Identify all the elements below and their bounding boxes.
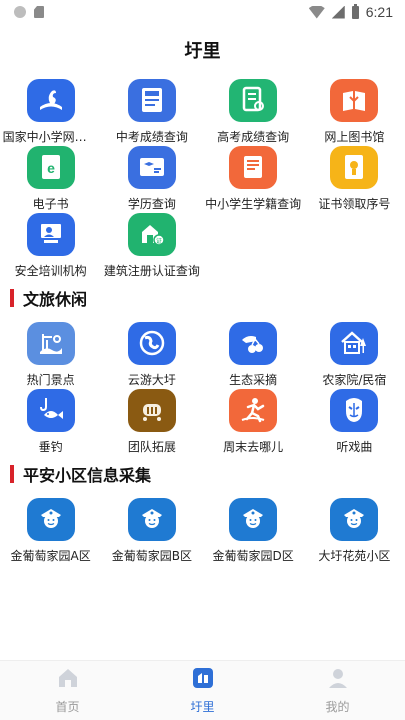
service-tile-label: 电子书 [32, 196, 69, 210]
service-tile-label: 学历查询 [127, 196, 176, 210]
status-time: 6:21 [365, 4, 393, 20]
swan-book-icon [26, 79, 75, 122]
document-search-icon [229, 79, 278, 122]
service-tile[interactable]: 大圩花苑小区 [304, 495, 405, 562]
village-icon [191, 666, 215, 694]
section-accent-bar [10, 289, 14, 307]
id-card-icon [127, 146, 176, 189]
wifi-icon [308, 5, 325, 19]
service-tile[interactable]: 证书领取序号 [304, 143, 405, 210]
bottom-navigation: 首页 圩里 我的 [0, 660, 405, 720]
notification-dot-icon [14, 6, 26, 18]
service-tile[interactable]: 安全培训机构 [0, 210, 101, 277]
section-title: 平安小区信息采集 [23, 466, 152, 485]
service-tile-label: 生态采摘 [229, 372, 278, 386]
service-tile[interactable]: 学历查询 [101, 143, 202, 210]
service-tile-label: 热门景点 [26, 372, 75, 386]
service-tile[interactable]: 农家院/民宿 [304, 319, 405, 386]
nav-label: 首页 [55, 700, 80, 714]
service-tile-label: 中小学生学籍查询 [205, 196, 302, 210]
service-tile-label: 金葡萄家园A区 [10, 548, 91, 562]
safe-community-grid: 金葡萄家园A区 金葡萄家园B区 金葡萄家园D区 大圩花苑小区 [0, 495, 405, 562]
profile-icon [326, 666, 350, 694]
police-officer-icon [330, 498, 379, 541]
service-tile-label: 网上图书馆 [324, 129, 385, 143]
service-tile-label: 金葡萄家园B区 [111, 548, 192, 562]
service-tile-label: 建筑注册认证查询 [103, 263, 200, 277]
building-cert-icon: 证 [127, 213, 176, 256]
service-tile[interactable]: 中考成绩查询 [101, 76, 202, 143]
service-tile-label: 安全培训机构 [14, 263, 87, 277]
service-tile[interactable]: 高考成绩查询 [203, 76, 304, 143]
ebook-icon: e [26, 146, 75, 189]
service-tile-label: 农家院/民宿 [322, 372, 387, 386]
farmhouse-icon [330, 322, 379, 365]
home-icon [56, 666, 80, 694]
main-content[interactable]: 国家中小学网络云平台 中考成绩查询 高考成绩查询 网上图书馆 e 电子书 学历查询 中小学生学… [0, 76, 405, 660]
certificate-icon [330, 146, 379, 189]
service-tile[interactable]: 听戏曲 [304, 386, 405, 453]
culture-leisure-grid: 热门景点 云游大圩 生态采摘 农家院/民宿垂钓 团队拓展 周末去哪儿 听戏曲 [0, 319, 405, 453]
service-tile[interactable]: 金葡萄家园B区 [101, 495, 202, 562]
service-tile-label: 垂钓 [38, 439, 63, 453]
status-bar: 6:21 [0, 0, 405, 24]
globe-icon [127, 322, 176, 365]
score-card-icon [127, 79, 176, 122]
police-officer-icon [26, 498, 75, 541]
service-tile[interactable]: 国家中小学网络云平台 [0, 76, 101, 143]
nav-label: 圩里 [190, 700, 215, 714]
service-tile[interactable]: 周末去哪儿 [203, 386, 304, 453]
service-tile-label: 云游大圩 [127, 372, 176, 386]
open-book-icon [330, 79, 379, 122]
service-tile[interactable]: e 电子书 [0, 143, 101, 210]
weekend-runner-icon [229, 389, 278, 432]
training-board-icon [26, 213, 75, 256]
service-tile[interactable]: 热门景点 [0, 319, 101, 386]
service-tile[interactable]: 金葡萄家园D区 [203, 495, 304, 562]
service-tile[interactable]: 团队拓展 [101, 386, 202, 453]
service-tile-label: 听戏曲 [336, 439, 373, 453]
section-header-community: 平安小区信息采集 [0, 453, 405, 495]
service-tile-label: 中考成绩查询 [115, 129, 188, 143]
service-tile-label: 证书领取序号 [318, 196, 391, 210]
service-tile[interactable]: 云游大圩 [101, 319, 202, 386]
svg-text:e: e [47, 160, 55, 176]
section-title: 文旅休闲 [23, 290, 88, 309]
service-tile[interactable]: 垂钓 [0, 386, 101, 453]
nav-label: 我的 [325, 700, 350, 714]
service-tile[interactable]: 网上图书馆 [304, 76, 405, 143]
svg-text:证: 证 [156, 238, 162, 245]
service-tile-label: 周末去哪儿 [223, 439, 284, 453]
fruit-picking-icon [229, 322, 278, 365]
fishing-icon [26, 389, 75, 432]
section-header-culture: 文旅休闲 [0, 277, 405, 319]
nav-item-village[interactable]: 圩里 [135, 661, 270, 720]
service-tile[interactable]: 金葡萄家园A区 [0, 495, 101, 562]
service-tile[interactable]: 生态采摘 [203, 319, 304, 386]
sd-card-icon [34, 6, 44, 18]
service-tile-label: 大圩花苑小区 [318, 548, 391, 562]
battery-icon [351, 3, 359, 19]
services-grid: 国家中小学网络云平台 中考成绩查询 高考成绩查询 网上图书馆 e 电子书 学历查询 中小学生学… [0, 76, 405, 277]
section-accent-bar [10, 465, 14, 483]
service-tile[interactable]: 证建筑注册认证查询 [101, 210, 202, 277]
team-building-icon [127, 389, 176, 432]
service-tile-label: 高考成绩查询 [217, 129, 290, 143]
service-tile[interactable]: 中小学生学籍查询 [203, 143, 304, 210]
service-tile-label: 金葡萄家园D区 [212, 548, 294, 562]
service-tile-label: 团队拓展 [127, 439, 176, 453]
signal-icon [331, 5, 345, 19]
police-officer-icon [127, 498, 176, 541]
page-title: 圩里 [184, 41, 221, 62]
attraction-icon [26, 322, 75, 365]
nav-item-profile[interactable]: 我的 [270, 661, 405, 720]
police-officer-icon [229, 498, 278, 541]
student-record-icon [229, 146, 278, 189]
service-tile-label: 国家中小学网络云平台 [2, 129, 99, 143]
opera-mask-icon [330, 389, 379, 432]
nav-item-home[interactable]: 首页 [0, 661, 135, 720]
